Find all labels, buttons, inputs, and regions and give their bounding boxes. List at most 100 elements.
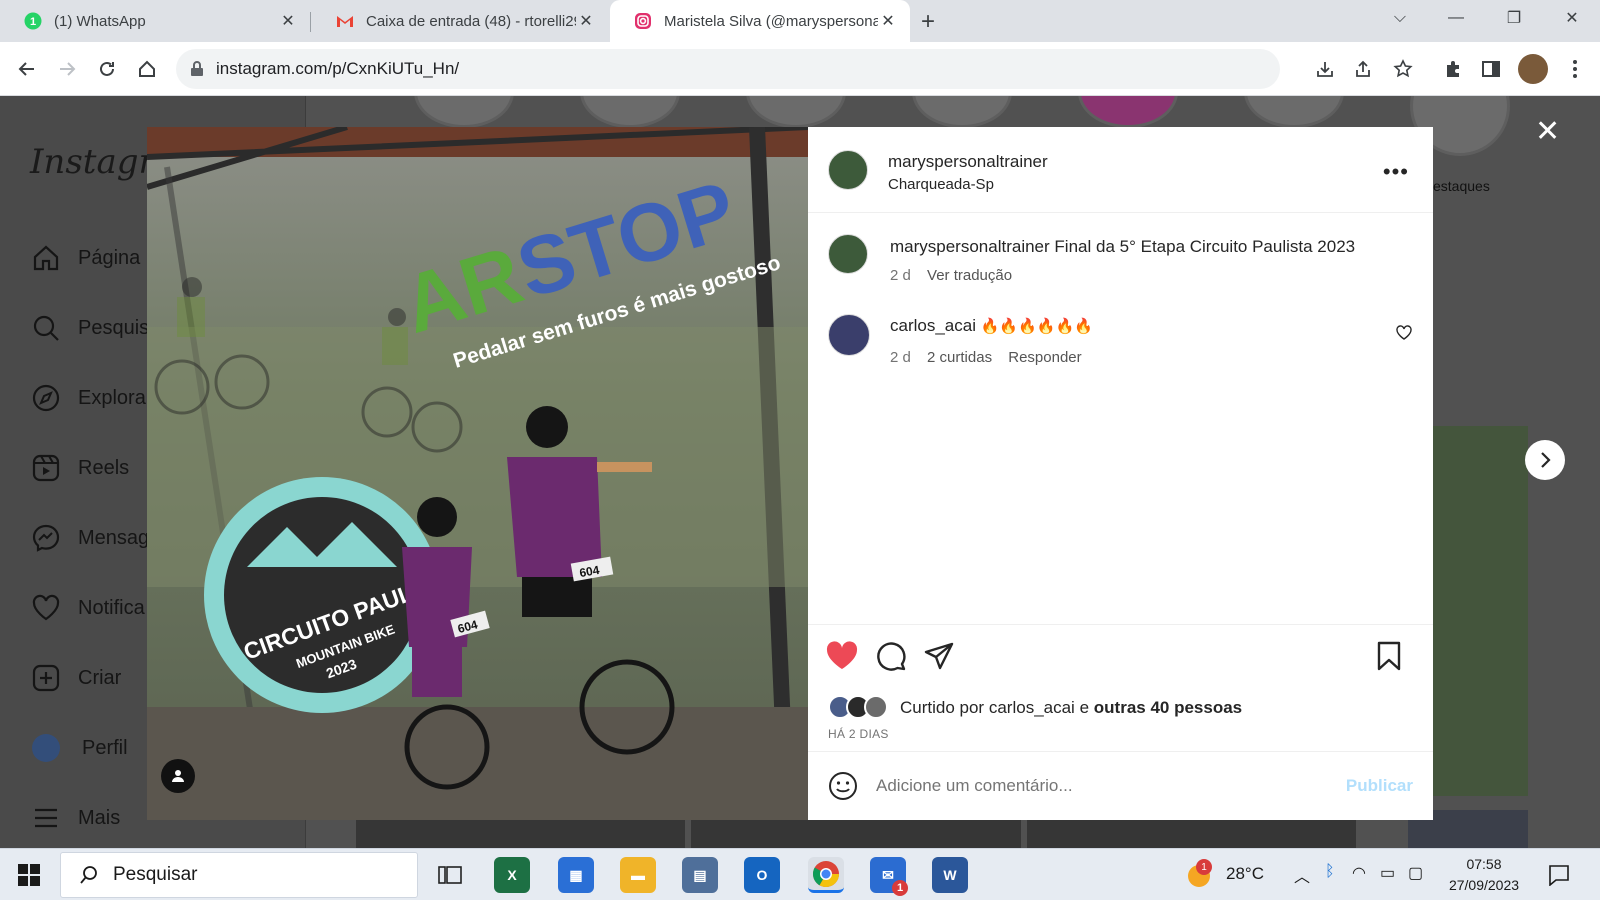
sidebar-item-explore[interactable]: Explora <box>28 380 146 416</box>
comment-input[interactable] <box>876 772 1316 800</box>
chrome-icon[interactable] <box>808 857 844 893</box>
comment-username[interactable]: carlos_acai <box>890 316 976 335</box>
install-app-button[interactable] <box>1312 56 1338 82</box>
sidebar-item-label: Página <box>78 246 141 269</box>
post-location[interactable]: Charqueada-Sp <box>888 176 994 193</box>
extensions-button[interactable] <box>1440 56 1466 82</box>
close-tab-icon[interactable]: ✕ <box>878 11 898 31</box>
close-tab-icon[interactable]: ✕ <box>278 11 298 31</box>
comment-likes-link[interactable]: 2 curtidas <box>927 349 992 366</box>
chevron-up-icon[interactable]: ︿ <box>1294 863 1310 887</box>
reload-button[interactable] <box>94 56 120 82</box>
story-highlight <box>414 96 514 128</box>
taskbar-search[interactable]: Pesquisar <box>60 852 418 898</box>
story-highlight <box>1078 96 1178 128</box>
next-post-button[interactable] <box>1525 440 1565 480</box>
calendar-icon[interactable]: ▦ <box>558 857 594 893</box>
profile-avatar[interactable] <box>1518 54 1548 84</box>
browser-toolbar: instagram.com/p/CxnKiUTu_Hn/ <box>0 42 1600 96</box>
instagram-page: Instagram Página Pesquis Explora Reels M… <box>0 96 1600 848</box>
puzzle-icon <box>1447 61 1459 77</box>
restore-button[interactable]: ❐ <box>1486 0 1542 36</box>
word-icon[interactable]: W <box>932 857 968 893</box>
file-explorer-icon[interactable]: ▬ <box>620 857 656 893</box>
avatar[interactable] <box>828 150 868 190</box>
excel-icon[interactable]: X <box>494 857 530 893</box>
more-options-icon[interactable]: ••• <box>1383 159 1409 185</box>
tab-gmail[interactable]: Caixa de entrada (48) - rtorelli29@ ✕ <box>312 0 608 42</box>
close-modal-icon[interactable]: ✕ <box>1535 114 1560 149</box>
forward-button[interactable] <box>54 56 80 82</box>
taskbar-clock[interactable]: 07:58 27/09/2023 <box>1444 854 1524 896</box>
bluetooth-icon[interactable]: ᛒ <box>1325 863 1335 881</box>
comment-like-heart-icon[interactable] <box>1396 325 1412 340</box>
calculator-icon[interactable]: ▤ <box>682 857 718 893</box>
see-translation-link[interactable]: Ver tradução <box>927 267 1012 284</box>
emoji-icon[interactable] <box>828 771 858 801</box>
liked-by-conj: e <box>1079 698 1090 717</box>
tab-instagram[interactable]: Maristela Silva (@maryspersonaltr ✕ <box>610 0 910 42</box>
address-bar[interactable]: instagram.com/p/CxnKiUTu_Hn/ <box>176 49 1280 89</box>
windows-start-icon[interactable] <box>18 864 40 886</box>
sidebar-item-label: Mensag <box>78 526 150 549</box>
instagram-icon <box>635 13 651 29</box>
sidebar-item-reels[interactable]: Reels <box>28 450 129 486</box>
sidebar-item-notifications[interactable]: Notifica <box>28 590 145 626</box>
comment-time: 2 d <box>890 349 911 366</box>
new-tab-button[interactable]: + <box>921 8 935 36</box>
bookmark-star-button[interactable] <box>1390 56 1416 82</box>
display-icon[interactable]: ▢ <box>1408 863 1423 883</box>
sidebar-item-create[interactable]: Criar <box>28 660 121 696</box>
home-icon <box>33 245 59 271</box>
post-details: maryspersonaltrainer Charqueada-Sp ••• m… <box>808 127 1433 820</box>
comment: carlos_acai 🔥🔥🔥🔥🔥🔥 <box>890 316 1093 336</box>
comment-icon[interactable] <box>876 641 906 671</box>
author-username[interactable]: maryspersonaltrainer <box>888 152 1048 172</box>
task-view-icon[interactable] <box>432 857 468 893</box>
liked-by-others[interactable]: outras 40 pessoas <box>1094 698 1242 717</box>
avatar[interactable] <box>828 234 868 274</box>
lock-icon <box>191 61 203 76</box>
share-icon <box>1356 60 1370 77</box>
sidebar-item-home[interactable]: Página <box>28 240 140 276</box>
outlook-icon[interactable]: O <box>744 857 780 893</box>
close-tab-icon[interactable]: ✕ <box>576 11 596 31</box>
caption-username[interactable]: maryspersonaltrainer <box>890 237 1050 256</box>
post-date[interactable]: HÁ 2 DIAS <box>828 727 889 741</box>
battery-icon[interactable]: ▭ <box>1380 863 1395 883</box>
sidebar-item-search[interactable]: Pesquis <box>28 310 149 346</box>
weather-icon[interactable]: 1 <box>1186 859 1216 889</box>
like-heart-icon[interactable] <box>826 641 858 671</box>
sidebar-item-profile[interactable]: Perfil <box>28 730 128 766</box>
mail-icon[interactable]: ✉ 1 <box>870 857 908 896</box>
post-photo[interactable]: AR STOP Pedalar sem furos é mais gostoso… <box>147 127 808 820</box>
home-button[interactable] <box>134 56 160 82</box>
side-panel-button[interactable] <box>1478 56 1504 82</box>
share-paper-plane-icon[interactable] <box>924 641 954 671</box>
weather-temp[interactable]: 28°C <box>1226 864 1264 884</box>
chrome-menu-button[interactable] <box>1562 56 1588 82</box>
avatar[interactable] <box>828 314 870 356</box>
sidebar-item-more[interactable]: Mais <box>28 800 120 836</box>
share-button[interactable] <box>1350 56 1376 82</box>
sidebar-item-messages[interactable]: Mensag <box>28 520 149 556</box>
reels-icon <box>32 454 60 482</box>
download-icon <box>1317 62 1333 77</box>
avatar <box>32 734 60 762</box>
tab-whatsapp[interactable]: 1 (1) WhatsApp ✕ <box>0 0 310 42</box>
reply-link[interactable]: Responder <box>1008 349 1081 366</box>
minimize-button[interactable]: — <box>1428 0 1484 36</box>
liked-by-user[interactable]: carlos_acai <box>989 698 1075 717</box>
close-window-button[interactable]: ✕ <box>1544 0 1600 36</box>
publish-button[interactable]: Publicar <box>1346 776 1413 796</box>
clock-date: 27/09/2023 <box>1448 877 1520 893</box>
back-button[interactable] <box>14 56 40 82</box>
gmail-icon <box>337 16 353 27</box>
wifi-icon[interactable]: ◠ <box>1352 863 1366 883</box>
save-bookmark-icon[interactable] <box>1376 641 1402 671</box>
chevron-right-icon <box>1541 452 1551 468</box>
notification-center-icon[interactable] <box>1548 864 1570 886</box>
reload-icon <box>100 61 114 76</box>
tagged-people-button[interactable] <box>161 759 195 793</box>
tab-search-chevron-icon[interactable]: ⌵ <box>1372 0 1428 36</box>
